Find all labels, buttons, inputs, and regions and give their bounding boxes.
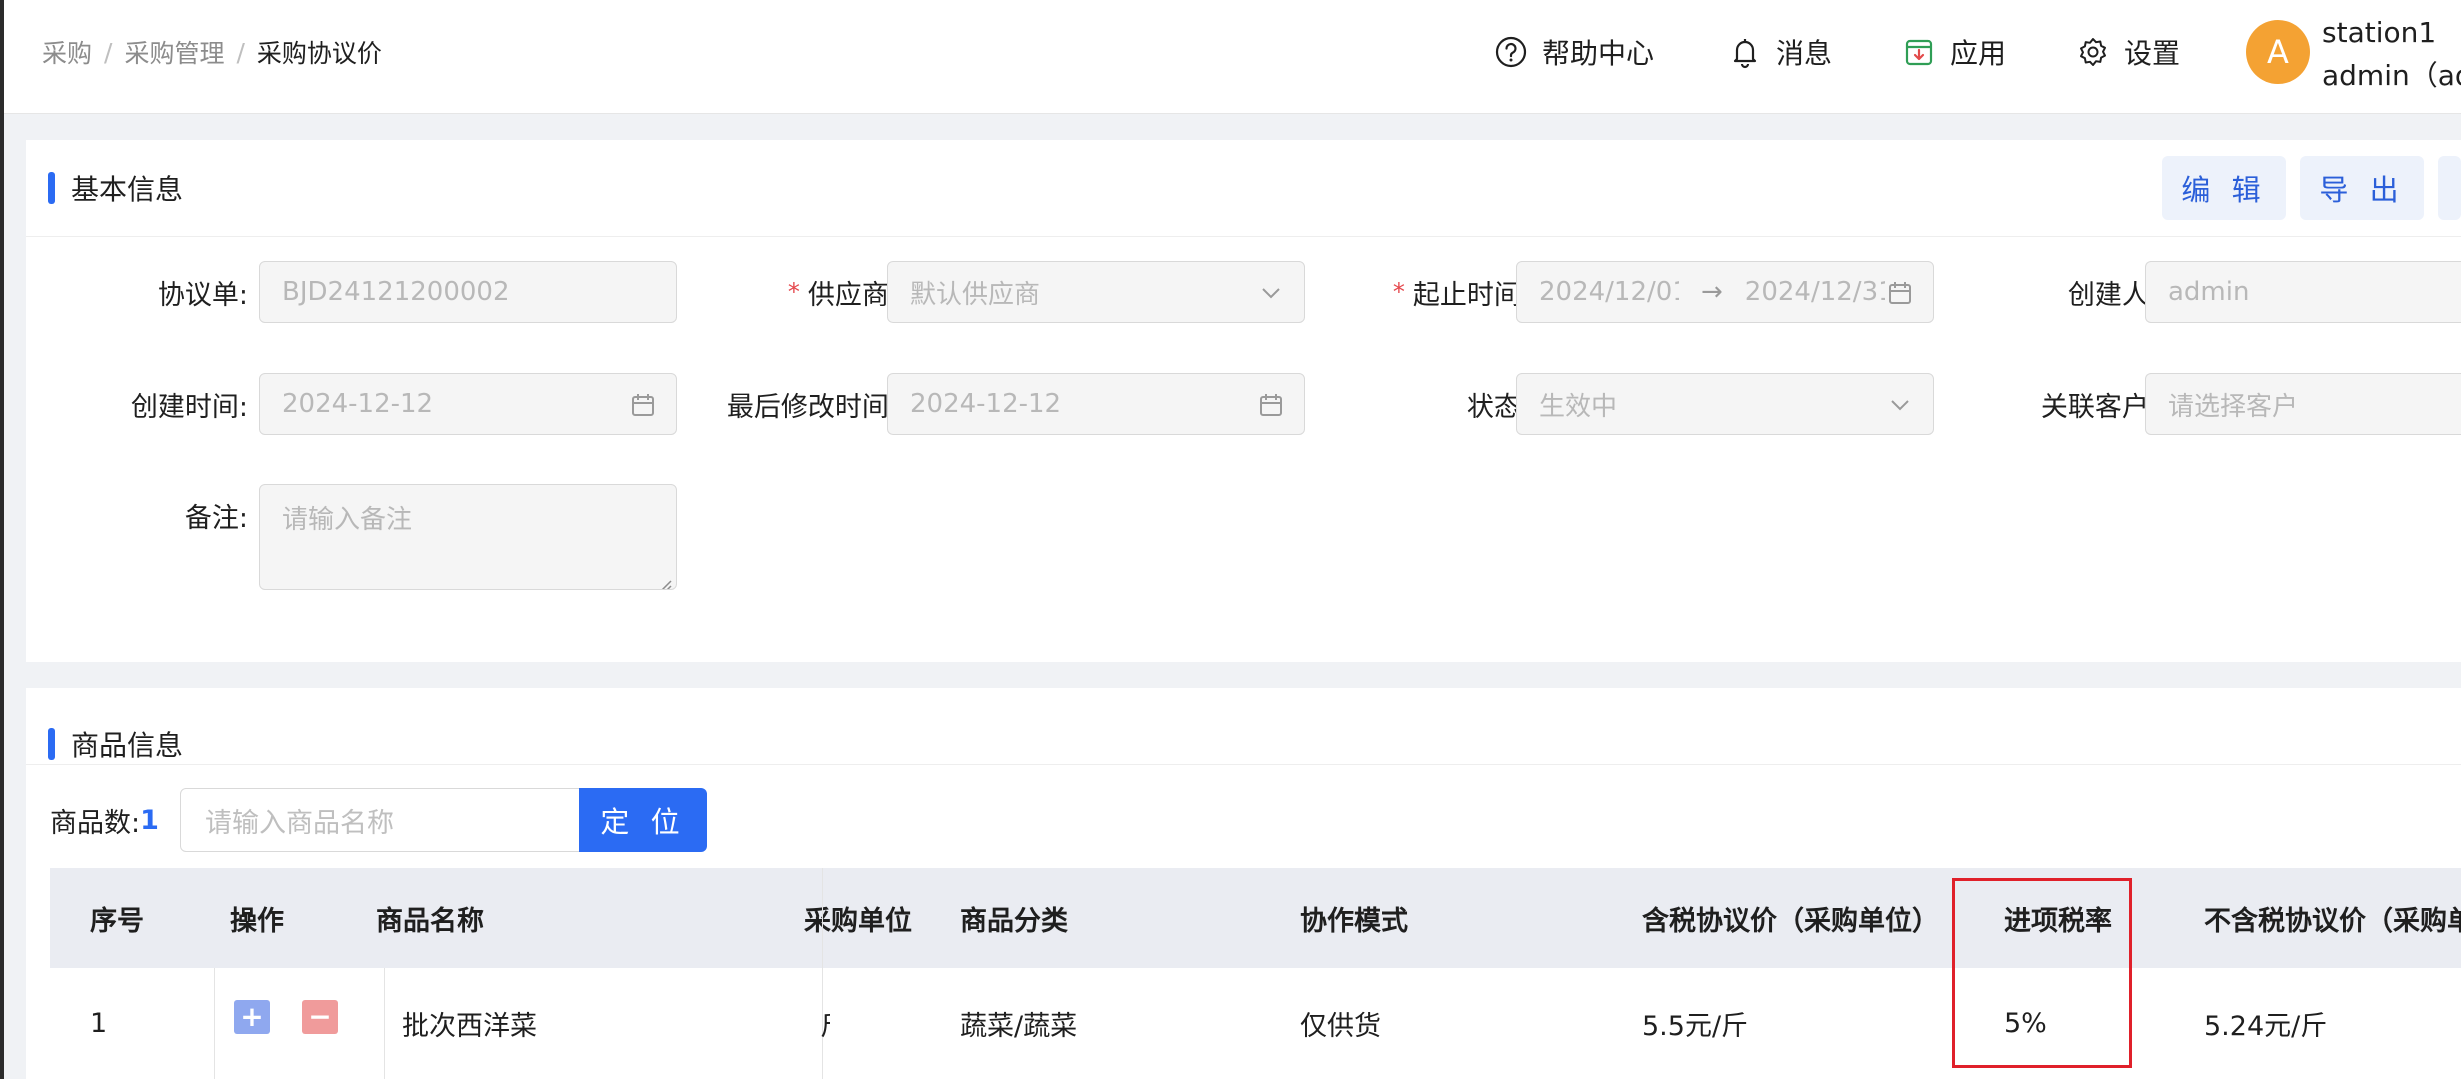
basic-info-title-text: 基本信息	[71, 173, 184, 206]
messages-button[interactable]: 消息	[1728, 30, 1832, 74]
column-divider	[384, 968, 385, 1079]
supplier-label-text: 供应商:	[807, 279, 898, 311]
calendar-icon	[1885, 278, 1915, 308]
remark-textarea: 请输入备注	[259, 484, 677, 590]
goods-info-divider	[26, 764, 2461, 765]
goods-search-input[interactable]: 请输入商品名称	[180, 788, 580, 852]
bell-icon	[1728, 35, 1762, 69]
top-header: 采购 / 采购管理 / 采购协议价 帮助中心 消息 应用 设置 A statio…	[4, 0, 2461, 114]
breadcrumb-separator: /	[236, 37, 245, 67]
goods-count-label: 商品数:	[50, 807, 141, 839]
status-label: 状态:	[1466, 391, 1530, 423]
created-time-label: 创建时间:	[130, 391, 248, 423]
export-button[interactable]: 导 出	[2300, 156, 2424, 220]
calendar-icon	[1256, 390, 1286, 420]
range-arrow: →	[1701, 277, 1723, 307]
apps-label: 应用	[1950, 37, 2007, 70]
title-accent-bar	[48, 728, 55, 760]
help-center-button[interactable]: 帮助中心	[1494, 30, 1654, 74]
breadcrumb-separator: /	[104, 37, 113, 67]
settings-label: 设置	[2124, 37, 2181, 70]
breadcrumb-link-purchase-management[interactable]: 采购管理	[124, 34, 224, 70]
basic-info-title: 基本信息	[48, 170, 183, 206]
required-mark: *	[1392, 278, 1405, 306]
more-action-button[interactable]	[2438, 156, 2461, 220]
user-avatar[interactable]: A	[2246, 20, 2310, 84]
customer-label: 关联客户:	[2040, 391, 2158, 423]
goods-info-title: 商品信息	[48, 726, 183, 762]
cell-price-tax: 5.5元/斤	[1642, 1011, 1749, 1042]
breadcrumb: 采购 / 采购管理 / 采购协议价	[42, 34, 382, 70]
period-end: 2024/12/31	[1744, 277, 1885, 307]
user-role: admin（adm	[2322, 59, 2461, 92]
cell-mode: 仅供货	[1300, 1011, 1381, 1042]
cell-category: 蔬菜/蔬菜	[960, 1011, 1078, 1042]
column-header-price-tax: 含税协议价（采购单位）	[1642, 905, 1939, 937]
required-mark: *	[787, 278, 800, 306]
period-label: * 起止时间:	[1306, 261, 1530, 323]
window-left-edge	[0, 0, 4, 1079]
resize-handle-icon	[656, 569, 672, 589]
period-start: 2024/12/01	[1539, 277, 1679, 307]
column-header-name: 商品名称	[376, 905, 484, 937]
title-accent-bar	[48, 172, 55, 204]
column-header-actions: 操作	[230, 905, 284, 937]
column-header-unit: 采购单位	[804, 905, 912, 937]
chevron-down-icon	[1256, 278, 1286, 308]
calendar-icon	[628, 390, 658, 420]
supplier-value: 默认供应商	[910, 279, 1041, 310]
column-header-category: 商品分类	[960, 905, 1068, 937]
tax-rate-highlight-box	[1952, 878, 2132, 1068]
breadcrumb-link-purchase[interactable]: 采购	[42, 34, 92, 70]
customer-select[interactable]: 请选择客户	[2145, 373, 2461, 435]
goods-info-title-text: 商品信息	[71, 729, 184, 762]
breadcrumb-current: 采购协议价	[256, 39, 382, 68]
supplier-select: 默认供应商	[887, 261, 1305, 323]
agreement-no-label: 协议单:	[157, 279, 248, 311]
column-header-price-no-tax: 不含税协议价（采购单位）	[2204, 905, 2461, 937]
status-value: 生效中	[1539, 391, 1618, 422]
modified-time-label: 最后修改时间:	[726, 391, 898, 423]
messages-label: 消息	[1776, 37, 1833, 70]
remark-label: 备注:	[184, 502, 248, 534]
edit-button[interactable]: 编 辑	[2162, 156, 2286, 220]
user-name[interactable]: station1	[2322, 16, 2436, 49]
cell-index: 1	[90, 1008, 108, 1039]
column-header-index: 序号	[90, 905, 144, 937]
period-range-picker: 2024/12/01 → 2024/12/31	[1516, 261, 1934, 323]
gear-icon	[2076, 35, 2110, 69]
help-center-label: 帮助中心	[1542, 37, 1655, 70]
goods-count: 商品数: 1	[50, 800, 159, 840]
modified-time-value: 2024-12-12	[910, 389, 1062, 419]
created-time-field: 2024-12-12	[259, 373, 677, 435]
created-time-value: 2024-12-12	[282, 389, 434, 419]
chevron-down-icon	[1885, 390, 1915, 420]
cell-price-no-tax: 5.24元/斤	[2204, 1011, 2328, 1042]
app-box-icon	[1902, 35, 1936, 69]
status-select: 生效中	[1516, 373, 1934, 435]
basic-info-card: 基本信息 编 辑 导 出 协议单: BJD24121200002 * 供应商: …	[26, 140, 2461, 662]
remark-placeholder: 请输入备注	[282, 505, 413, 535]
cell-name: 批次西洋菜	[402, 1011, 537, 1042]
agreement-no-field: BJD24121200002	[259, 261, 677, 323]
column-header-mode: 协作模式	[1300, 905, 1408, 937]
locate-button[interactable]: 定 位	[579, 788, 707, 852]
creator-field: admin	[2145, 261, 2461, 323]
settings-button[interactable]: 设置	[2076, 30, 2180, 74]
add-row-button[interactable]: +	[234, 1000, 270, 1034]
remove-row-button[interactable]: −	[302, 1000, 338, 1034]
column-divider	[214, 968, 215, 1079]
period-label-text: 起止时间:	[1412, 279, 1530, 311]
question-circle-icon	[1494, 35, 1528, 69]
creator-label: 创建人:	[2067, 279, 2158, 311]
modified-time-field: 2024-12-12	[887, 373, 1305, 435]
basic-info-divider	[26, 236, 2461, 237]
cell-unit: 斤	[820, 968, 830, 1079]
supplier-label: * 供应商:	[686, 261, 898, 323]
goods-count-value: 1	[140, 804, 159, 836]
apps-button[interactable]: 应用	[1902, 30, 2006, 74]
